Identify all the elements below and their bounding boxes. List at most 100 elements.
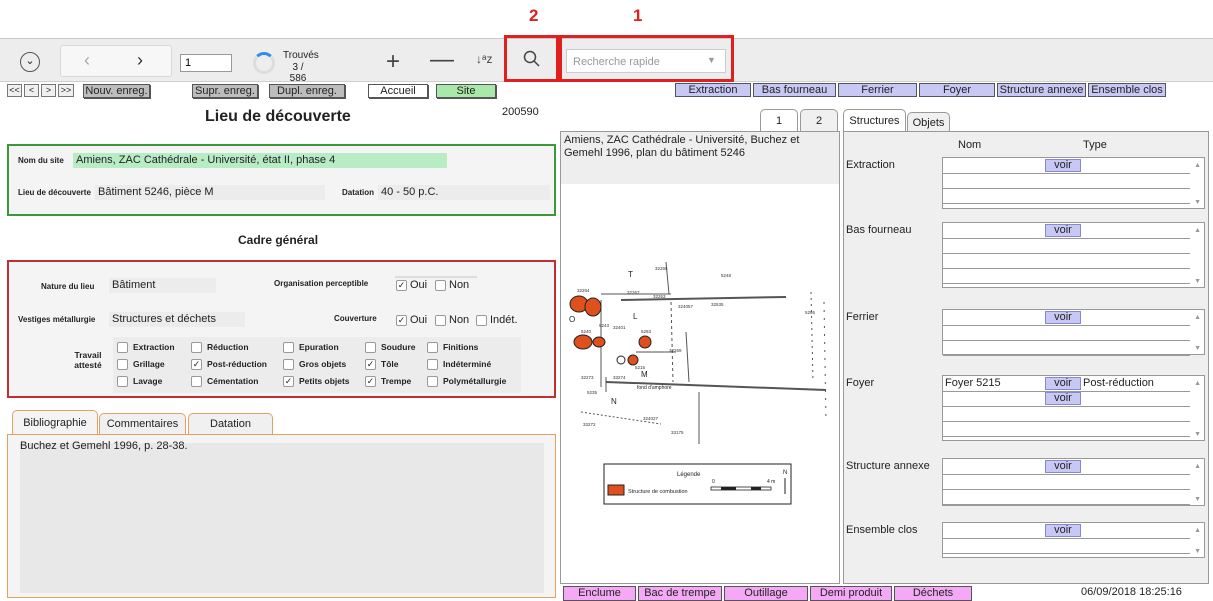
bottom-tab-enclume[interactable]: Enclume bbox=[563, 586, 636, 601]
travail-checkbox[interactable] bbox=[283, 359, 294, 370]
voir-button[interactable]: voir bbox=[1045, 377, 1081, 390]
delete-record-button[interactable]: Supr. enreg. bbox=[192, 84, 258, 98]
image-tab-2[interactable]: 2 bbox=[800, 109, 838, 131]
couv-oui-label: Oui bbox=[410, 314, 428, 326]
section-list[interactable]: ▲ ▼ voir bbox=[942, 309, 1205, 356]
next-record-button[interactable]: > bbox=[41, 84, 56, 97]
section-label: Ensemble clos bbox=[846, 524, 918, 536]
record-number-input[interactable] bbox=[180, 54, 232, 72]
home-button[interactable]: Accueil bbox=[368, 84, 428, 98]
tab-datation[interactable]: Datation bbox=[188, 413, 273, 434]
section-list[interactable]: ▲ ▼ voir bbox=[942, 222, 1205, 288]
new-record-button[interactable]: Nouv. enreg. bbox=[83, 84, 150, 98]
scroll-up-icon[interactable]: ▲ bbox=[1194, 314, 1201, 321]
travail-checkbox[interactable] bbox=[117, 359, 128, 370]
scroll-down-icon[interactable]: ▼ bbox=[1194, 548, 1201, 555]
add-record-icon[interactable]: + bbox=[386, 48, 400, 76]
travail-checkbox[interactable]: ✓ bbox=[283, 376, 294, 387]
nature-field[interactable]: Bâtiment bbox=[109, 278, 216, 293]
bottom-tab-outillage[interactable]: Outillage bbox=[724, 586, 808, 601]
scroll-up-icon[interactable]: ▲ bbox=[1194, 227, 1201, 234]
voir-button[interactable]: voir bbox=[1045, 224, 1081, 237]
voir-button[interactable]: voir bbox=[1045, 392, 1081, 405]
place-field[interactable]: Bâtiment 5246, pièce M bbox=[95, 185, 325, 200]
vestiges-field[interactable]: Structures et déchets bbox=[109, 312, 245, 327]
prev-record-button[interactable]: < bbox=[24, 84, 39, 97]
top-tab-foyer[interactable]: Foyer bbox=[919, 83, 995, 97]
couv-indet-checkbox[interactable] bbox=[476, 315, 487, 326]
bottom-tab-demi-produit[interactable]: Demi produit bbox=[810, 586, 892, 601]
voir-button[interactable]: voir bbox=[1045, 524, 1081, 537]
plan-num: 5240 bbox=[581, 329, 592, 334]
scroll-down-icon[interactable]: ▼ bbox=[1194, 345, 1201, 352]
section-list[interactable]: ▲ ▼ voir bbox=[942, 458, 1205, 506]
section-list[interactable]: ▲ ▼ voir bbox=[942, 157, 1205, 209]
travail-checkbox-label: Extraction bbox=[133, 342, 175, 352]
travail-checkbox[interactable] bbox=[427, 376, 438, 387]
travail-checkbox[interactable] bbox=[427, 359, 438, 370]
site-name-field[interactable]: Amiens, ZAC Cathédrale - Université, éta… bbox=[73, 153, 447, 168]
tab-objets[interactable]: Objets bbox=[907, 112, 950, 132]
tab-commentaires[interactable]: Commentaires bbox=[99, 413, 186, 434]
plan-num: 32266 bbox=[655, 266, 668, 271]
travail-checkbox[interactable] bbox=[365, 342, 376, 353]
sort-icon[interactable]: ↓ᵃz bbox=[476, 52, 492, 66]
duplicate-record-button[interactable]: Dupl. enreg. bbox=[269, 84, 345, 98]
top-tab-ensemble-clos[interactable]: Ensemble clos bbox=[1088, 83, 1166, 97]
travail-checkbox[interactable] bbox=[191, 376, 202, 387]
list-row-line bbox=[943, 538, 1190, 539]
scroll-up-icon[interactable]: ▲ bbox=[1194, 463, 1201, 470]
travail-checkbox-label: Cémentation bbox=[207, 376, 259, 386]
first-record-button[interactable]: << bbox=[7, 84, 22, 97]
site-button[interactable]: Site bbox=[436, 84, 496, 98]
scale-zero: 0 bbox=[712, 479, 715, 485]
last-record-button[interactable]: >> bbox=[58, 84, 74, 97]
travail-checkbox[interactable]: ✓ bbox=[365, 359, 376, 370]
image-tab-1[interactable]: 1 bbox=[760, 109, 798, 131]
scroll-up-icon[interactable]: ▲ bbox=[1194, 162, 1201, 169]
voir-button[interactable]: voir bbox=[1045, 159, 1081, 172]
prev-record-icon[interactable]: ‹ bbox=[84, 50, 90, 71]
travail-checkbox[interactable]: ✓ bbox=[191, 359, 202, 370]
section-list[interactable]: ▲ ▼ voir bbox=[942, 522, 1205, 558]
scroll-down-icon[interactable]: ▼ bbox=[1194, 496, 1201, 503]
plan-legend bbox=[603, 463, 792, 505]
travail-checkbox[interactable] bbox=[427, 342, 438, 353]
tab-bibliographie[interactable]: Bibliographie bbox=[12, 410, 98, 434]
org-non-checkbox[interactable] bbox=[435, 280, 446, 291]
scroll-down-icon[interactable]: ▼ bbox=[1194, 278, 1201, 285]
legend-title: Légende bbox=[677, 472, 701, 478]
next-record-icon[interactable]: › bbox=[137, 50, 143, 71]
annotation-box-2 bbox=[504, 35, 559, 82]
scroll-down-icon[interactable]: ▼ bbox=[1194, 199, 1201, 206]
section-list[interactable]: ▲ ▼ voir Foyer 5215 Post-réduction voir bbox=[942, 375, 1205, 441]
couv-oui-checkbox[interactable]: ✓ bbox=[396, 315, 407, 326]
datation-field[interactable]: 40 - 50 p.C. bbox=[378, 185, 550, 200]
travail-checkbox-label: Polymétallurgie bbox=[443, 376, 507, 386]
couv-non-checkbox[interactable] bbox=[435, 315, 446, 326]
travail-checkbox[interactable] bbox=[283, 342, 294, 353]
top-tab-bas-fourneau[interactable]: Bas fourneau bbox=[753, 83, 836, 97]
travail-checkbox[interactable] bbox=[117, 342, 128, 353]
remove-record-icon[interactable]: — bbox=[430, 46, 454, 74]
top-tab-extraction[interactable]: Extraction bbox=[675, 83, 751, 97]
bibliography-field[interactable] bbox=[20, 443, 544, 593]
annotation-box-1 bbox=[559, 35, 734, 82]
travail-checkbox[interactable]: ✓ bbox=[365, 376, 376, 387]
bottom-tab-bac-de-trempe[interactable]: Bac de trempe bbox=[638, 586, 722, 601]
scroll-down-icon[interactable]: ▼ bbox=[1194, 431, 1201, 438]
list-row-line bbox=[943, 188, 1190, 189]
travail-checkbox[interactable] bbox=[191, 342, 202, 353]
travail-checkbox[interactable] bbox=[117, 376, 128, 387]
scroll-up-icon[interactable]: ▲ bbox=[1194, 527, 1201, 534]
top-tab-structure-annexe[interactable]: Structure annexe bbox=[997, 83, 1086, 97]
scroll-up-icon[interactable]: ▲ bbox=[1194, 380, 1201, 387]
chevron-down-circle-icon[interactable]: ⌄ bbox=[20, 52, 40, 72]
bottom-tab-dechets[interactable]: Déchets bbox=[894, 586, 972, 601]
voir-button[interactable]: voir bbox=[1045, 460, 1081, 473]
tab-structures[interactable]: Structures bbox=[843, 109, 906, 132]
voir-button[interactable]: voir bbox=[1045, 311, 1081, 324]
org-oui-checkbox[interactable]: ✓ bbox=[396, 280, 407, 291]
org-non-label: Non bbox=[449, 279, 470, 291]
top-tab-ferrier[interactable]: Ferrier bbox=[838, 83, 917, 97]
